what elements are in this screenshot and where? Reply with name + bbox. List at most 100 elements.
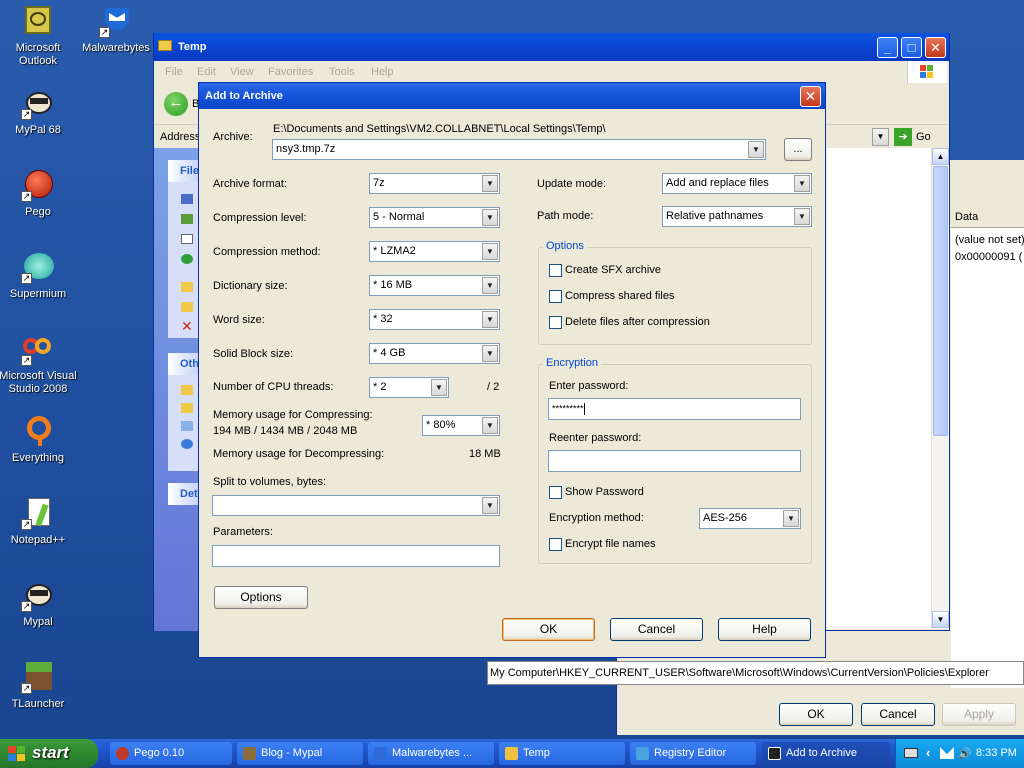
go-button[interactable]: ➔ Go	[894, 128, 934, 146]
desktop-icon-mypal[interactable]: ↗ Mypal	[0, 578, 78, 629]
chevron-down-icon[interactable]: ▼	[431, 379, 447, 396]
registry-value-row[interactable]: 0x00000091 (	[955, 251, 1022, 263]
reenter-password-input[interactable]	[548, 450, 801, 472]
chevron-left-icon[interactable]: ‹	[926, 745, 930, 760]
registry-ok-button[interactable]: OK	[779, 703, 853, 726]
cpu-threads-value: * 2	[373, 381, 387, 393]
desktop-icon-outlook[interactable]: Microsoft Outlook	[0, 4, 78, 68]
show-password-label[interactable]: Show Password	[565, 486, 644, 498]
password-input[interactable]: *********	[548, 398, 801, 420]
mem-compress-pct-select[interactable]: * 80% ▼	[422, 415, 500, 436]
speaker-icon[interactable]: 🔊	[958, 747, 972, 760]
chevron-down-icon[interactable]: ▼	[748, 141, 764, 158]
back-button[interactable]: ← B	[164, 92, 199, 118]
dictionary-size-label: Dictionary size:	[213, 280, 288, 292]
task-blog-mypal[interactable]: Blog - Mypal	[237, 742, 363, 765]
solid-block-select[interactable]: * 4 GB ▼	[369, 343, 500, 364]
archive-format-select[interactable]: 7z ▼	[369, 173, 500, 194]
chevron-down-icon[interactable]: ▼	[794, 208, 810, 225]
keyboard-icon[interactable]	[904, 748, 918, 758]
task-pego[interactable]: Pego 0.10	[110, 742, 232, 765]
clock[interactable]: 8:33 PM	[976, 747, 1017, 759]
compress-shared-label[interactable]: Compress shared files	[565, 290, 674, 302]
close-icon[interactable]: ✕	[800, 86, 821, 107]
ok-button[interactable]: OK	[502, 618, 595, 641]
minimize-icon[interactable]: _	[877, 37, 898, 58]
encrypt-names-label[interactable]: Encrypt file names	[565, 538, 655, 550]
cpu-threads-select[interactable]: * 2 ▼	[369, 377, 449, 398]
chevron-down-icon[interactable]: ▼	[794, 175, 810, 192]
task-temp[interactable]: Temp	[499, 742, 625, 765]
create-sfx-checkbox[interactable]	[549, 264, 562, 277]
explorer-titlebar[interactable]: Temp _ □ ✕	[154, 33, 949, 61]
chevron-down-icon[interactable]: ▼	[482, 311, 498, 328]
path-mode-select[interactable]: Relative pathnames ▼	[662, 206, 812, 227]
explorer-vscrollbar[interactable]: ▲ ▼	[931, 148, 949, 629]
other-places-header[interactable]: Oth	[168, 353, 199, 375]
registry-value-row[interactable]: (value not set)	[955, 234, 1024, 246]
chevron-down-icon[interactable]: ▼	[482, 243, 498, 260]
dialog-titlebar[interactable]: Add to Archive ✕	[199, 83, 825, 109]
malwarebytes-tray-icon[interactable]	[940, 747, 954, 759]
archive-name-combo[interactable]: nsy3.tmp.7z ▼	[272, 139, 766, 160]
update-mode-select[interactable]: Add and replace files ▼	[662, 173, 812, 194]
cancel-button[interactable]: Cancel	[610, 618, 703, 641]
compression-method-select[interactable]: * LZMA2 ▼	[369, 241, 500, 262]
menu-edit[interactable]: Edit	[197, 66, 216, 78]
desktop-icon-tlauncher[interactable]: ↗ TLauncher	[0, 660, 78, 711]
task-label: Pego 0.10	[134, 747, 185, 759]
desktop-icon-supermium[interactable]: ↗ Supermium	[0, 250, 78, 301]
address-dropdown[interactable]: ▼	[872, 128, 889, 146]
update-mode-value: Add and replace files	[666, 177, 769, 189]
task-registry-editor[interactable]: Registry Editor	[630, 742, 756, 765]
browse-button[interactable]: ...	[784, 138, 812, 161]
chevron-down-icon[interactable]: ▼	[482, 209, 498, 226]
chevron-down-icon[interactable]: ▼	[482, 345, 498, 362]
menu-tools[interactable]: Tools	[329, 66, 355, 78]
menu-file[interactable]: File	[165, 66, 183, 78]
desktop-icon-mypal68[interactable]: ↗ MyPal 68	[0, 86, 78, 137]
add-to-archive-dialog[interactable]: Add to Archive ✕ Archive: E:\Documents a…	[198, 82, 826, 658]
encryption-method-select[interactable]: AES-256 ▼	[699, 508, 801, 529]
chevron-down-icon[interactable]: ▼	[482, 497, 498, 514]
options-button[interactable]: Options	[214, 586, 308, 609]
desktop-icon-pego[interactable]: ↗ Pego	[0, 168, 78, 219]
desktop-icon-everything[interactable]: Everything	[0, 414, 78, 465]
registry-apply-button[interactable]: Apply	[942, 703, 1016, 726]
details-header[interactable]: Det	[168, 483, 199, 505]
data-column-header[interactable]: Data	[951, 208, 1024, 228]
help-button[interactable]: Help	[718, 618, 811, 641]
registry-icon	[636, 747, 649, 760]
chevron-down-icon[interactable]: ▼	[783, 510, 799, 527]
show-password-checkbox[interactable]	[549, 486, 562, 499]
path-mode-value: Relative pathnames	[666, 210, 764, 222]
delete-after-checkbox[interactable]	[549, 316, 562, 329]
create-sfx-label[interactable]: Create SFX archive	[565, 264, 661, 276]
compress-shared-checkbox[interactable]	[549, 290, 562, 303]
desktop-icon-visual-studio[interactable]: ↗ Microsoft Visual Studio 2008	[0, 332, 78, 396]
dictionary-size-select[interactable]: * 16 MB ▼	[369, 275, 500, 296]
task-malwarebytes[interactable]: Malwarebytes ...	[368, 742, 494, 765]
menu-help[interactable]: Help	[371, 66, 394, 78]
mypal-icon: ↗	[21, 86, 55, 120]
parameters-input[interactable]	[212, 545, 500, 567]
close-icon[interactable]: ✕	[925, 37, 946, 58]
start-button[interactable]: start	[0, 739, 98, 768]
split-volumes-combo[interactable]: ▼	[212, 495, 500, 516]
explorer-file-list[interactable]: ▲ ▼	[827, 148, 949, 629]
delete-after-label[interactable]: Delete files after compression	[565, 316, 710, 328]
word-size-select[interactable]: * 32 ▼	[369, 309, 500, 330]
encrypt-names-checkbox[interactable]	[549, 538, 562, 551]
task-add-to-archive[interactable]: Add to Archive	[762, 742, 890, 765]
chevron-down-icon[interactable]: ▼	[482, 175, 498, 192]
desktop-icon-notepadpp[interactable]: ↗ Notepad++	[0, 496, 78, 547]
chevron-down-icon[interactable]: ▼	[482, 277, 498, 294]
maximize-icon[interactable]: □	[901, 37, 922, 58]
menu-favorites[interactable]: Favorites	[268, 66, 313, 78]
desktop-icon-malwarebytes[interactable]: ↗ Malwarebytes	[76, 4, 156, 55]
menu-view[interactable]: View	[230, 66, 254, 78]
chevron-down-icon[interactable]: ▼	[482, 417, 498, 434]
compression-level-select[interactable]: 5 - Normal ▼	[369, 207, 500, 228]
file-tasks-header[interactable]: File	[168, 160, 199, 182]
registry-cancel-button[interactable]: Cancel	[861, 703, 935, 726]
